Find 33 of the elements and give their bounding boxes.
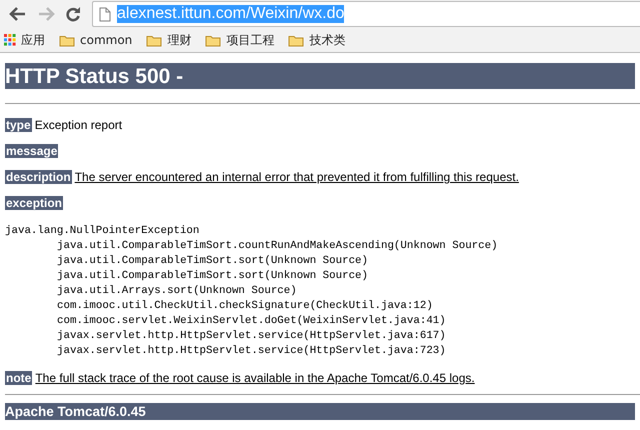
stack-frame: javax.servlet.http.HttpServlet.service(HttpServlet.java:617) [5,329,635,344]
reload-icon[interactable] [65,6,81,22]
back-icon[interactable] [9,6,27,22]
field-label: note [5,371,32,385]
field-label: message [5,144,58,158]
stack-frame: com.imooc.servlet.WeixinServlet.doGet(WeixinServlet.java:41) [5,314,635,329]
page-heading: HTTP Status 500 - [5,63,635,89]
stack-frame: java.util.ComparableTimSort.countRunAndMakeAscending(Unknown Source) [5,239,635,254]
stack-frame: javax.servlet.http.HttpServlet.service(HttpServlet.java:723) [5,344,635,359]
stack-frame: java.util.ComparableTimSort.sort(Unknown Source) [5,269,635,284]
field-label: type [5,118,32,132]
field-text: The server encountered an internal error that prevented it from fulfilling this request. [74,170,519,184]
field-text: Exception report [34,118,122,132]
server-footer: Apache Tomcat/6.0.45 [5,403,635,420]
bookmark-item[interactable]: 应用 [4,32,45,48]
folder-icon [288,34,304,46]
page-icon [99,6,111,22]
folder-icon [205,34,222,46]
bookmark-item[interactable]: 技术类 [288,32,346,48]
stack-frame: java.util.Arrays.sort(Unknown Source) [5,284,635,299]
apps-grid-icon [4,34,16,46]
bookmark-item[interactable]: common [59,33,132,47]
stack-frame: com.imooc.util.CheckUtil.checkSignature(CheckUtil.java:12) [5,299,635,314]
folder-icon [59,34,75,46]
note-text: The full stack trace of the root cause is available in the Apache Tomcat/6.0.45 logs. [35,371,475,385]
field-label: description [5,170,72,184]
bookmark-item[interactable]: 理财 [146,32,192,48]
stack-frame: java.util.ComparableTimSort.sort(Unknown Source) [5,254,635,269]
url-text: alexnest.ittun.com/Weixin/wx.do [117,5,344,23]
folder-icon [146,34,162,46]
bookmark-item[interactable]: 项目工程 [205,32,274,48]
exception-name: java.lang.NullPointerException [5,225,200,237]
field-label: exception [5,196,64,210]
